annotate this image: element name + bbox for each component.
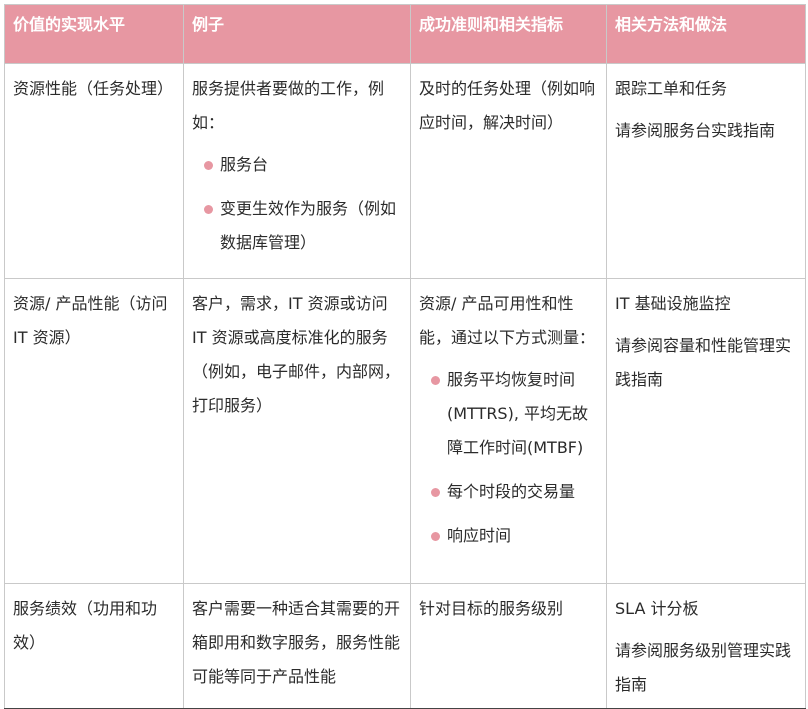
method-text: 请参阅服务台实践指南 [615, 121, 776, 140]
bullet-dot-icon [204, 161, 213, 170]
header-criteria: 成功准则和相关指标 [410, 4, 607, 64]
bullet-dot-icon [204, 205, 213, 214]
level-text: 资源/ 产品性能（访问 IT 资源） [13, 294, 168, 347]
list-item: 服务平均恢复时间(MTTRS), 平均无故障工作时间(MTBF) [431, 363, 598, 465]
criteria-text: 针对目标的服务级别 [419, 599, 564, 618]
list-item: 每个时段的交易量 [431, 475, 598, 509]
method-text: SLA 计分板 [615, 599, 699, 618]
bullet-dot-icon [431, 488, 440, 497]
bullet-text: 每个时段的交易量 [447, 482, 576, 501]
list-item: 变更生效作为服务（例如数据库管理） [204, 192, 402, 260]
header-methods: 相关方法和做法 [606, 4, 806, 64]
criteria-bullet-list: 服务平均恢复时间(MTTRS), 平均无故障工作时间(MTBF) 每个时段的交易… [419, 363, 598, 553]
methods-cell: 跟踪工单和任务 请参阅服务台实践指南 [606, 63, 806, 279]
level-text: 服务绩效（功用和功效） [13, 599, 158, 652]
list-item: 服务台 [204, 148, 402, 182]
method-text: 跟踪工单和任务 [615, 79, 728, 98]
example-text: 服务提供者要做的工作，例如： [192, 79, 385, 132]
level-cell: 资源性能（任务处理） [4, 63, 184, 279]
bullet-text: 服务台 [220, 155, 269, 174]
table-row: 资源性能（任务处理） 服务提供者要做的工作，例如： 服务台 变更生效作为服务（例… [4, 63, 806, 279]
example-bullet-list: 服务台 变更生效作为服务（例如数据库管理） [192, 148, 402, 260]
method-text: 请参阅容量和性能管理实践指南 [615, 336, 792, 389]
header-example: 例子 [183, 4, 411, 64]
bullet-dot-icon [431, 376, 440, 385]
criteria-text: 及时的任务处理（例如响应时间，解决时间） [419, 79, 596, 132]
example-text: 客户，需求，IT 资源或访问 IT 资源或高度标准化的服务（例如，电子邮件，内部… [192, 294, 401, 415]
criteria-cell: 资源/ 产品可用性和性能，通过以下方式测量： 服务平均恢复时间(MTTRS), … [410, 278, 607, 584]
level-cell: 资源/ 产品性能（访问 IT 资源） [4, 278, 184, 584]
header-row: 价值的实现水平 例子 成功准则和相关指标 相关方法和做法 [4, 4, 806, 64]
bullet-text: 响应时间 [447, 526, 512, 545]
bullet-text: 变更生效作为服务（例如数据库管理） [220, 199, 397, 252]
list-item: 响应时间 [431, 519, 598, 553]
example-cell: 服务提供者要做的工作，例如： 服务台 变更生效作为服务（例如数据库管理） [183, 63, 411, 279]
example-cell: 客户，需求，IT 资源或访问 IT 资源或高度标准化的服务（例如，电子邮件，内部… [183, 278, 411, 584]
table-row: 资源/ 产品性能（访问 IT 资源） 客户，需求，IT 资源或访问 IT 资源或… [4, 278, 806, 584]
level-text: 资源性能（任务处理） [13, 79, 174, 98]
header-level: 价值的实现水平 [4, 4, 184, 64]
methods-cell: IT 基础设施监控 请参阅容量和性能管理实践指南 [606, 278, 806, 584]
bullet-dot-icon [431, 532, 440, 541]
method-text: IT 基础设施监控 [615, 294, 731, 313]
method-text: 请参阅服务级别管理实践指南 [615, 641, 792, 694]
criteria-text: 资源/ 产品可用性和性能，通过以下方式测量： [419, 294, 596, 347]
criteria-cell: 及时的任务处理（例如响应时间，解决时间） [410, 63, 607, 279]
example-text: 客户需要一种适合其需要的开箱即用和数字服务，服务性能可能等同于产品性能 [192, 599, 401, 686]
value-levels-table: 价值的实现水平 例子 成功准则和相关指标 相关方法和做法 资源性能（任务处理） … [4, 4, 806, 709]
bullet-text: 服务平均恢复时间(MTTRS), 平均无故障工作时间(MTBF) [447, 370, 589, 457]
